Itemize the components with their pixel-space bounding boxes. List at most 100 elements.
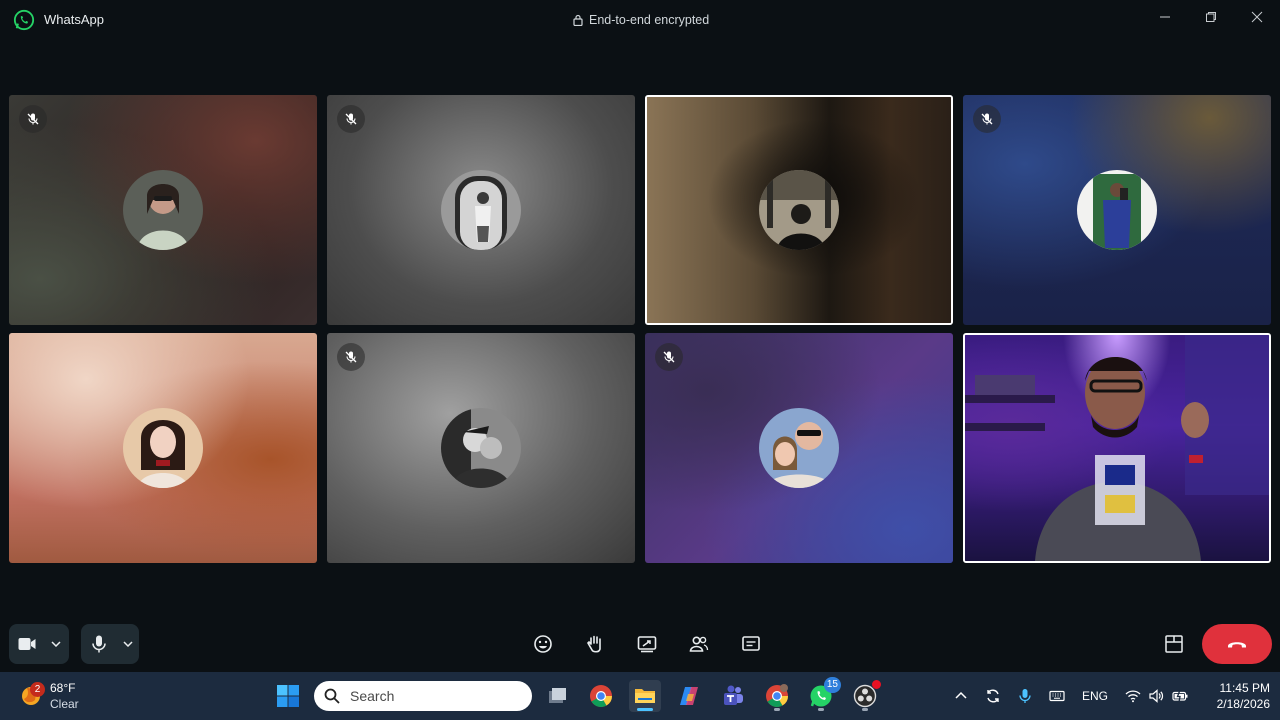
emoji-icon [534, 635, 552, 653]
muted-indicator [337, 105, 365, 133]
muted-indicator [655, 343, 683, 371]
participant-avatar [1077, 170, 1157, 250]
self-video-tile[interactable] [963, 333, 1271, 563]
teams-button[interactable] [717, 680, 749, 712]
windows-taskbar: 2 68°F Clear Search 15 ENG 11:45 PM 2/18… [0, 672, 1280, 720]
chevron-down-icon [51, 641, 61, 647]
chevron-up-icon [955, 691, 967, 699]
video-toggle-group [9, 624, 69, 664]
microphone-tray-button[interactable] [1015, 686, 1035, 706]
encryption-status: End-to-end encrypted [573, 13, 709, 27]
clock-date: 2/18/2026 [1216, 697, 1270, 711]
microphone-icon [92, 635, 106, 653]
app-name: WhatsApp [44, 12, 104, 27]
microphone-in-use-icon [1019, 689, 1031, 703]
weather-alert-badge: 2 [30, 682, 45, 697]
lock-icon [573, 14, 583, 26]
battery-status[interactable] [1170, 686, 1190, 706]
mic-options-button[interactable] [117, 641, 139, 647]
participant-tile[interactable] [9, 333, 317, 563]
close-icon [1251, 11, 1263, 23]
obs-button[interactable] [849, 680, 881, 712]
weather-temp: 68°F [50, 681, 76, 695]
copilot-button[interactable] [673, 680, 705, 712]
mic-off-icon [27, 113, 39, 125]
battery-charging-icon [1172, 689, 1188, 703]
muted-indicator [19, 105, 47, 133]
self-video-feed [965, 335, 1269, 561]
taskbar-search[interactable]: Search [314, 681, 532, 711]
participant-avatar [759, 170, 839, 250]
video-options-button[interactable] [45, 641, 67, 647]
participants-button[interactable] [687, 632, 711, 656]
participant-avatar [123, 170, 203, 250]
start-button[interactable] [276, 684, 300, 708]
title-bar: WhatsApp End-to-end encrypted [0, 0, 1280, 40]
task-view-button[interactable] [541, 680, 573, 712]
sync-tray-button[interactable] [983, 686, 1003, 706]
chrome-button[interactable] [585, 680, 617, 712]
participant-avatar [759, 408, 839, 488]
participant-tile[interactable] [963, 95, 1271, 325]
whatsapp-taskbar-button[interactable]: 15 [805, 677, 841, 712]
chat-icon [742, 636, 760, 651]
restore-button[interactable] [1198, 6, 1224, 28]
layout-icon [1165, 635, 1183, 653]
copilot-icon [680, 687, 698, 705]
chat-button[interactable] [739, 632, 763, 656]
weather-condition: Clear [50, 697, 79, 711]
input-language[interactable]: ENG [1082, 689, 1108, 703]
raise-hand-button[interactable] [583, 632, 607, 656]
minimize-button[interactable] [1152, 6, 1178, 28]
wifi-icon [1125, 690, 1141, 703]
minimize-icon [1160, 16, 1170, 18]
participant-tile[interactable] [9, 95, 317, 325]
reactions-button[interactable] [531, 632, 555, 656]
chrome-profile-button[interactable] [761, 680, 793, 712]
screen-share-button[interactable] [635, 632, 659, 656]
file-explorer-button[interactable] [629, 680, 661, 712]
participant-tile[interactable] [327, 333, 635, 563]
system-clock[interactable]: 11:45 PM 2/18/2026 [1198, 680, 1270, 712]
end-call-button[interactable] [1202, 624, 1272, 664]
end-call-icon [1228, 642, 1246, 648]
search-icon [324, 688, 340, 704]
video-toggle-button[interactable] [9, 637, 45, 651]
whatsapp-unread-badge: 15 [823, 677, 841, 693]
close-button[interactable] [1244, 6, 1270, 28]
show-hidden-icons-button[interactable] [951, 686, 971, 706]
chevron-down-icon [123, 641, 133, 647]
keyboard-icon [1049, 690, 1065, 702]
wifi-status[interactable] [1123, 686, 1143, 706]
volume-status[interactable] [1146, 686, 1166, 706]
layout-button[interactable] [1160, 630, 1188, 658]
search-placeholder: Search [350, 688, 395, 704]
participant-avatar [441, 408, 521, 488]
whatsapp-call-window: WhatsApp End-to-end encrypted [0, 0, 1280, 672]
restore-icon [1206, 12, 1216, 22]
recording-dot [872, 680, 881, 689]
weather-widget[interactable]: 2 68°F Clear [18, 677, 98, 715]
mic-off-icon [663, 351, 675, 363]
participant-avatar [441, 170, 521, 250]
clock-time: 11:45 PM [1219, 681, 1270, 695]
participants-icon [689, 636, 709, 652]
screen-share-icon [637, 636, 657, 653]
touch-keyboard-button[interactable] [1047, 686, 1067, 706]
whatsapp-logo-icon [13, 9, 35, 31]
speaker-icon [1149, 689, 1164, 703]
file-explorer-icon [635, 689, 655, 703]
participant-avatar [123, 408, 203, 488]
participant-tile[interactable] [645, 333, 953, 563]
encryption-label: End-to-end encrypted [589, 13, 710, 27]
mic-toggle-button[interactable] [81, 635, 117, 653]
participant-tile[interactable] [327, 95, 635, 325]
video-camera-icon [18, 638, 36, 650]
mic-off-icon [981, 113, 993, 125]
mic-toggle-group [81, 624, 139, 664]
sync-icon [987, 689, 999, 703]
chrome-icon [590, 685, 612, 707]
muted-indicator [337, 343, 365, 371]
participant-tile-speaking[interactable] [645, 95, 953, 325]
teams-icon [724, 685, 743, 705]
